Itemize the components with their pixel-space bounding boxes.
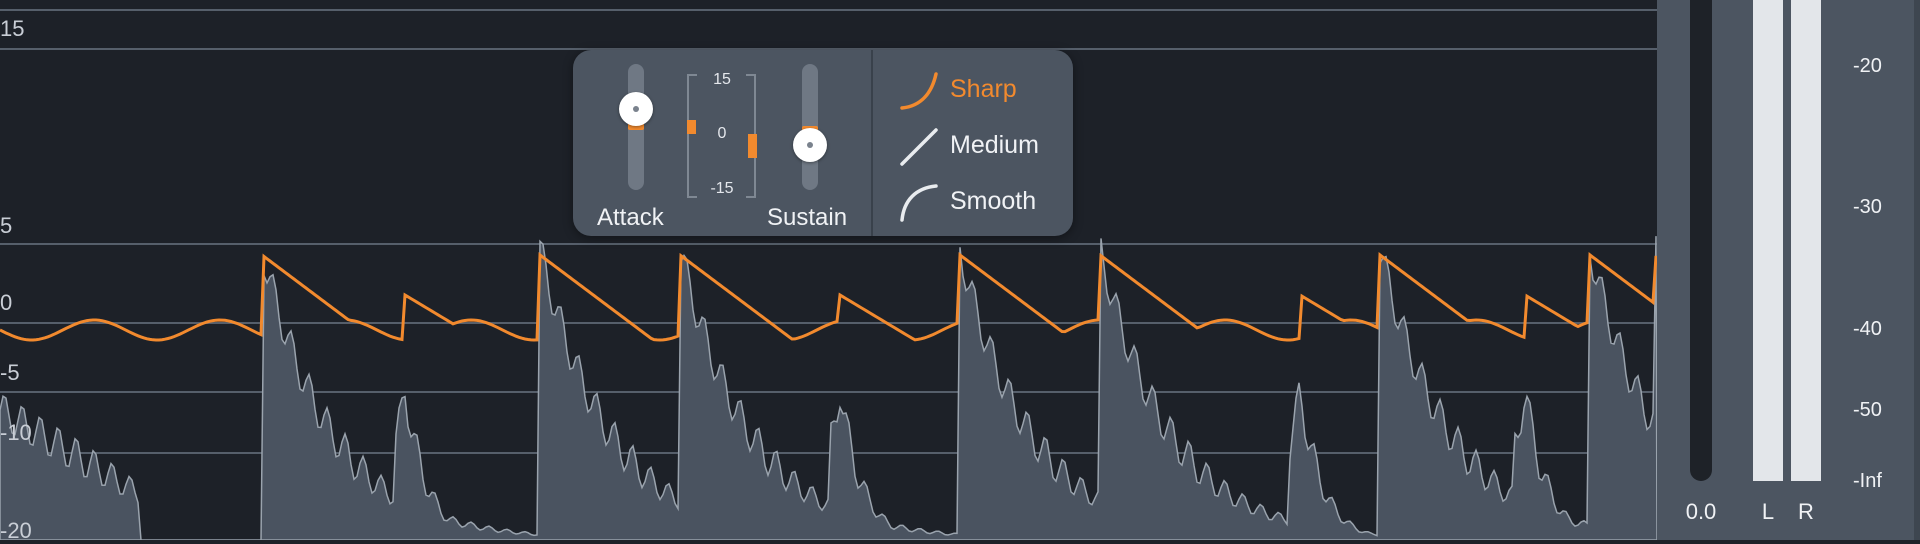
master-value-readout: 0.0	[1685, 499, 1717, 524]
curve-option-label: Medium	[950, 131, 1039, 159]
left-channel-label: L	[1761, 499, 1775, 524]
attack-fader-handle[interactable]	[619, 92, 653, 126]
left-channel-meter	[1753, 0, 1783, 481]
meter-panel-edge	[1914, 0, 1920, 540]
waveform-shape	[0, 236, 1657, 540]
attack-label: Attack	[597, 204, 664, 231]
scale-label-minus10: -10	[0, 420, 32, 445]
scale-label-0: 0	[0, 290, 13, 315]
db-label-minus30: -30	[1853, 196, 1882, 218]
curve-option-smooth[interactable]: Smooth	[898, 178, 1058, 224]
db-label-minus20: -20	[1853, 55, 1882, 77]
sustain-label: Sustain	[767, 204, 848, 231]
meter-scale-top: 15	[713, 71, 731, 88]
sustain-fader-handle[interactable]	[793, 128, 827, 162]
meter-scale-bottom: -15	[710, 180, 734, 197]
curve-option-sharp[interactable]: Sharp	[898, 66, 1058, 112]
panel-divider	[871, 50, 873, 236]
output-meter-panel: 0.0 L R -20 -30 -40 -50 -Inf	[1657, 0, 1920, 540]
master-level-meter	[1690, 0, 1712, 481]
smooth-curve-icon	[900, 184, 938, 222]
db-label-minus-inf: -Inf	[1853, 470, 1882, 492]
curve-option-medium[interactable]: Medium	[898, 122, 1058, 168]
meter-scale-mid: 0	[717, 125, 727, 142]
db-label-minus50: -50	[1853, 399, 1882, 421]
scale-label-15: 15	[0, 16, 25, 41]
scale-label-minus20: -20	[0, 518, 32, 543]
transient-control-panel: Attack 15 0 -15 Sustain Sharp Medium Smo…	[573, 50, 1073, 236]
envelope-line	[0, 252, 1657, 342]
sharp-curve-icon	[900, 72, 938, 110]
sustain-gain-meter	[748, 134, 757, 158]
attack-gain-meter	[687, 120, 696, 134]
scale-label-minus5: -5	[0, 360, 20, 385]
right-channel-meter	[1791, 0, 1821, 481]
medium-curve-icon	[900, 128, 938, 166]
curve-option-label: Sharp	[950, 75, 1017, 103]
db-label-minus40: -40	[1853, 318, 1882, 340]
scale-label-5: 5	[0, 213, 13, 238]
curve-option-label: Smooth	[950, 187, 1037, 215]
meter-bracket-left	[687, 74, 697, 198]
right-channel-label: R	[1798, 499, 1814, 524]
